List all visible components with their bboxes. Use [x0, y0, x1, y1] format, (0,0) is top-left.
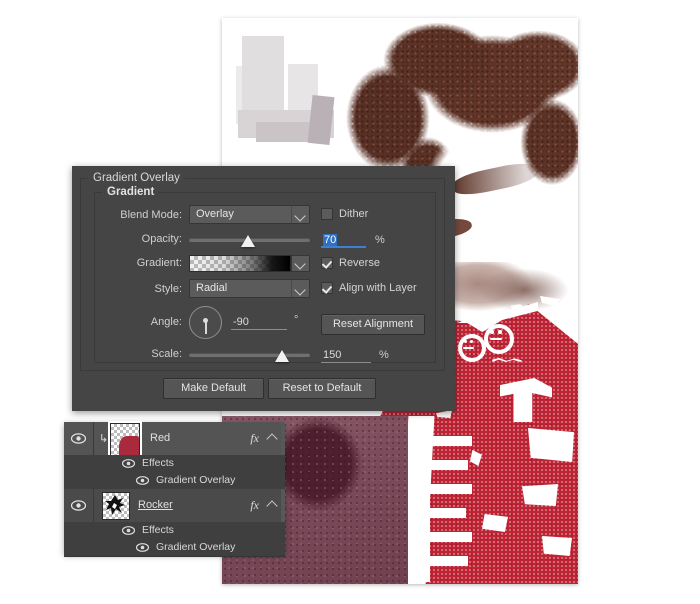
eye-icon[interactable] — [121, 526, 136, 535]
align-with-layer-checkbox[interactable] — [321, 282, 333, 294]
scale-input[interactable]: 150 — [321, 348, 371, 363]
reverse-checkbox[interactable] — [321, 257, 333, 269]
effect-name-label: Gradient Overlay — [156, 541, 236, 553]
layer-row-rocker[interactable]: Rocker fx — [64, 489, 285, 523]
clipping-mask-icon: ↳ — [99, 433, 109, 445]
dither-checkbox[interactable] — [321, 208, 333, 220]
opacity-label: Opacity: — [141, 233, 182, 245]
background-buildings — [236, 36, 356, 158]
reset-alignment-button[interactable]: Reset Alignment — [321, 314, 425, 335]
fx-badge[interactable]: fx — [250, 489, 259, 522]
opacity-unit: % — [375, 234, 385, 246]
make-default-button[interactable]: Make Default — [163, 378, 264, 399]
angle-dial[interactable] — [189, 306, 222, 339]
scale-value: 150 — [323, 349, 342, 361]
reset-to-default-button[interactable]: Reset to Default — [268, 378, 376, 399]
eye-icon[interactable] — [71, 500, 86, 511]
eye-icon[interactable] — [135, 543, 150, 552]
blend-mode-label: Blend Mode: — [120, 209, 182, 221]
layer-thumbnail-rocker[interactable] — [102, 492, 130, 520]
reverse-label: Reverse — [339, 257, 380, 269]
scale-slider-thumb[interactable] — [275, 350, 289, 362]
scale-slider-track[interactable] — [189, 353, 310, 357]
eye-icon[interactable] — [135, 476, 150, 485]
sub-row-effects-red[interactable]: Effects — [64, 455, 285, 473]
chevron-up-icon[interactable] — [266, 433, 278, 445]
fx-badge[interactable]: fx — [250, 422, 259, 455]
sub-row-gradient-overlay-rocker[interactable]: Gradient Overlay — [64, 539, 285, 557]
eye-icon[interactable] — [71, 433, 86, 444]
gradient-picker-chevron-icon[interactable] — [291, 255, 310, 272]
blend-mode-value: Overlay — [196, 208, 234, 220]
opacity-value: 70 — [323, 234, 338, 246]
style-label: Style: — [154, 283, 182, 295]
eye-icon[interactable] — [121, 459, 136, 468]
angle-label: Angle: — [150, 316, 182, 328]
angle-unit: ° — [294, 314, 299, 326]
angle-input[interactable]: -90 — [231, 315, 287, 330]
layers-panel[interactable]: ↳ Red fx Effects Gradient Overlay Rocker… — [64, 421, 285, 557]
gradient-section-title: Gradient — [102, 186, 160, 198]
opacity-slider-thumb[interactable] — [241, 235, 255, 247]
panel-scroll-indicator[interactable] — [281, 489, 285, 522]
layer-thumbnail-red[interactable] — [108, 421, 142, 461]
angle-value: -90 — [233, 316, 249, 328]
layer-row-red[interactable]: ↳ Red fx — [64, 421, 285, 461]
style-value: Radial — [196, 282, 228, 294]
layer-name-red[interactable]: Red — [150, 422, 170, 455]
effects-label: Effects — [142, 457, 174, 469]
scale-label: Scale: — [151, 348, 182, 360]
style-select[interactable]: Radial — [189, 279, 310, 298]
sub-row-gradient-overlay-red[interactable]: Gradient Overlay — [64, 472, 285, 490]
opacity-input[interactable]: 70 — [321, 233, 366, 248]
chevron-up-icon[interactable] — [266, 500, 278, 512]
dither-label: Dither — [339, 208, 369, 220]
gradient-preview-swatch[interactable] — [189, 255, 291, 272]
column-divider — [93, 422, 94, 455]
chevron-down-icon — [291, 206, 309, 223]
effect-name-label: Gradient Overlay — [156, 474, 236, 486]
gradient-label: Gradient: — [136, 257, 182, 269]
layer-name-rocker[interactable]: Rocker — [138, 489, 173, 522]
sub-row-effects-rocker[interactable]: Effects — [64, 522, 285, 540]
align-with-layer-label: Align with Layer — [339, 282, 417, 294]
panel-scroll-indicator[interactable] — [281, 422, 285, 455]
angle-dial-center — [203, 318, 208, 323]
effects-label: Effects — [142, 524, 174, 536]
dialog-title: Gradient Overlay — [88, 172, 185, 184]
scale-unit: % — [379, 349, 389, 361]
blend-mode-select[interactable]: Overlay — [189, 205, 310, 224]
chevron-down-icon — [291, 280, 309, 297]
column-divider — [93, 489, 94, 522]
gradient-overlay-dialog[interactable]: Gradient Overlay Gradient Blend Mode: Ov… — [72, 166, 455, 411]
